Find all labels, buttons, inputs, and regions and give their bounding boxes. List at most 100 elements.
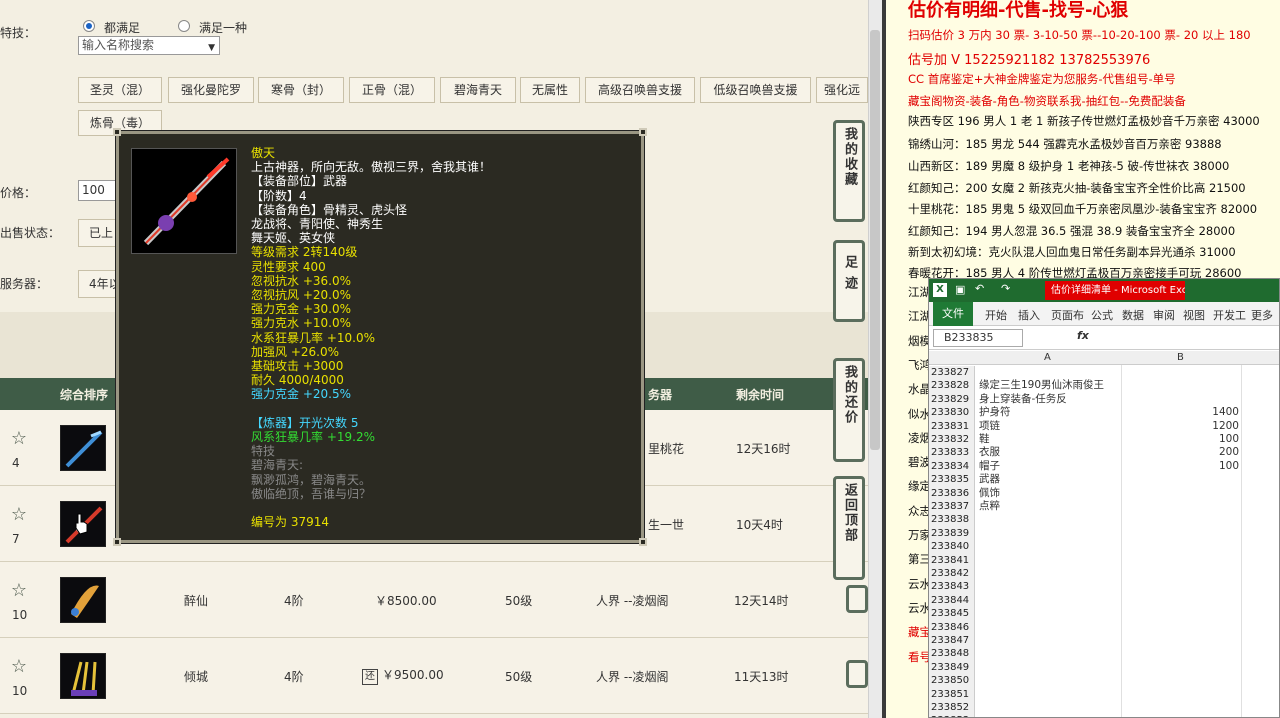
tooltip-line: 【阶数】4 [251,188,307,203]
cell-b[interactable]: 100 [1121,460,1239,473]
tooltip-corner [639,128,647,136]
row-number[interactable]: 233841 [929,553,975,567]
ribbon-tab[interactable]: 开始 [985,307,1007,323]
tooltip-line: 加强风 +26.0% [251,344,339,359]
tag-button[interactable]: 强化曼陀罗 [168,77,254,103]
ribbon-tab[interactable]: 数据 [1122,307,1144,323]
ribbon-tab[interactable]: 视图 [1183,307,1205,323]
cell-a[interactable]: 护身符 [979,406,1011,419]
tooltip-line: 【装备部位】武器 [251,174,348,189]
row-number[interactable]: 233833 [929,446,975,460]
ribbon-tab[interactable]: 更多 [1251,307,1273,323]
my-bargain-button[interactable]: 我的还价 [833,358,865,462]
name-search-select[interactable]: 输入名称搜索 ▼ [78,36,220,55]
cell-a[interactable]: 武器 [979,473,1000,486]
row-number[interactable]: 233828 [929,379,975,393]
table-row[interactable]: ☆ 10 倾城 4阶 还 ￥9500.00 50级 人界 --凌烟阁 11天13时 [0,638,868,714]
row-number[interactable]: 233834 [929,459,975,474]
row-number[interactable]: 233842 [929,567,975,581]
cell-b[interactable]: 200 [1121,446,1239,459]
star-icon[interactable]: ☆ [8,504,30,526]
row-number[interactable]: 233846 [929,620,975,634]
cell-a[interactable]: 佩饰 [979,487,1000,500]
tag-button[interactable]: 低级召唤兽支援 [700,77,811,103]
row-number[interactable]: 233848 [929,647,975,661]
row-number[interactable]: 233840 [929,540,975,554]
tag-button[interactable]: 寒骨（封） [258,77,344,103]
row-number[interactable]: 233829 [929,392,975,407]
tag-button[interactable]: 圣灵（混） [78,77,162,103]
my-favorites-button[interactable]: 我的收藏 [833,120,865,222]
fx-label[interactable]: fx [1077,329,1089,342]
row-number[interactable]: 233827 [929,366,975,380]
row-number[interactable]: 233832 [929,433,975,447]
row-number[interactable]: 233853 [929,714,975,717]
file-tab[interactable]: 文件 [933,302,973,326]
cell-a[interactable]: 项链 [979,420,1000,433]
row-number[interactable]: 233837 [929,500,975,514]
row-number[interactable]: 233849 [929,660,975,675]
ribbon-tab[interactable]: 页面布 [1051,307,1084,323]
redo-icon[interactable]: ↷ [1001,282,1010,295]
cell-b[interactable]: 1200 [1121,420,1239,433]
row-number[interactable]: 233847 [929,634,975,648]
star-icon[interactable]: ☆ [8,580,30,602]
column-b[interactable]: B [1177,352,1184,363]
star-icon[interactable]: ☆ [8,428,30,450]
tag-button[interactable]: 正骨（混） [349,77,435,103]
cell-a[interactable]: 缘定三生190男仙沐雨俊王 [979,379,1104,392]
radio-any[interactable] [178,20,190,32]
save-icon[interactable]: ▣ [955,283,965,296]
row-number[interactable]: 233836 [929,486,975,500]
row-number[interactable]: 233845 [929,607,975,621]
ribbon-tab[interactable]: 审阅 [1153,307,1175,323]
radio-all[interactable] [83,20,95,32]
cell-b[interactable]: 1400 [1121,406,1239,419]
item-thumbnail[interactable] [60,425,106,471]
cell-a[interactable]: 鞋 [979,433,990,446]
row-number[interactable]: 233838 [929,513,975,527]
sort-header[interactable]: 综合排序 [60,386,108,403]
item-thumbnail[interactable] [60,577,106,623]
row-number[interactable]: 233831 [929,419,975,433]
tag-button[interactable]: 碧海青天 [440,77,516,103]
row-number[interactable]: 233835 [929,473,975,487]
side-small-button[interactable] [846,660,868,688]
row-number[interactable]: 233852 [929,701,975,715]
tooltip-line: 上古神器，所向无敌。傲视三界，舍我其谁！ [251,160,492,175]
scrollbar-thumb[interactable] [870,30,880,450]
tag-button[interactable]: 高级召唤兽支援 [585,77,695,103]
server-cell: 人界 --凌烟阁 [596,594,669,608]
row-number[interactable]: 233851 [929,687,975,701]
tooltip-line: 龙战将、青阳使、神秀生 [251,217,384,232]
item-thumbnail[interactable] [60,653,106,699]
bargain-badge[interactable]: 还 [362,669,378,685]
row-number[interactable]: 233844 [929,593,975,608]
status-button[interactable]: 已上 [78,219,118,247]
column-a[interactable]: A [1044,352,1051,363]
footprint-button[interactable]: 足迹 [833,240,865,322]
doc-line: 藏宝阁物资-装备-角色-物资联系我-抽红包--免费配装备 [908,94,1186,108]
row-number[interactable]: 233843 [929,580,975,594]
table-row[interactable]: ☆ 10 醉仙 4阶 ￥8500.00 50级 人界 --凌烟阁 12天14时 [0,562,868,638]
row-number[interactable]: 233839 [929,526,975,541]
cell-a[interactable]: 帽子 [979,460,1000,473]
ribbon-tab[interactable]: 公式 [1091,307,1113,323]
ribbon-tab[interactable]: 开发工 [1213,307,1246,323]
cell-b[interactable]: 100 [1121,433,1239,446]
row-number[interactable]: 233850 [929,674,975,688]
server-button[interactable]: 4年以 [78,270,118,298]
name-box[interactable]: B233835 [933,329,1023,347]
cell-a[interactable]: 身上穿装备-任务反 [979,393,1067,406]
cell-a[interactable]: 点粹 [979,500,1000,513]
star-icon[interactable]: ☆ [8,656,30,678]
tag-button[interactable]: 无属性 [520,77,580,103]
side-small-button[interactable] [846,585,868,613]
tag-button[interactable]: 强化远 [816,77,868,103]
ribbon-tab[interactable]: 插入 [1018,307,1040,323]
back-to-top-button[interactable]: 返回顶部 [833,476,865,580]
cell-a[interactable]: 衣服 [979,446,1000,459]
undo-icon[interactable]: ↶ [975,282,984,295]
price-value: ￥9500.00 [382,668,444,682]
row-number[interactable]: 233830 [929,406,975,420]
